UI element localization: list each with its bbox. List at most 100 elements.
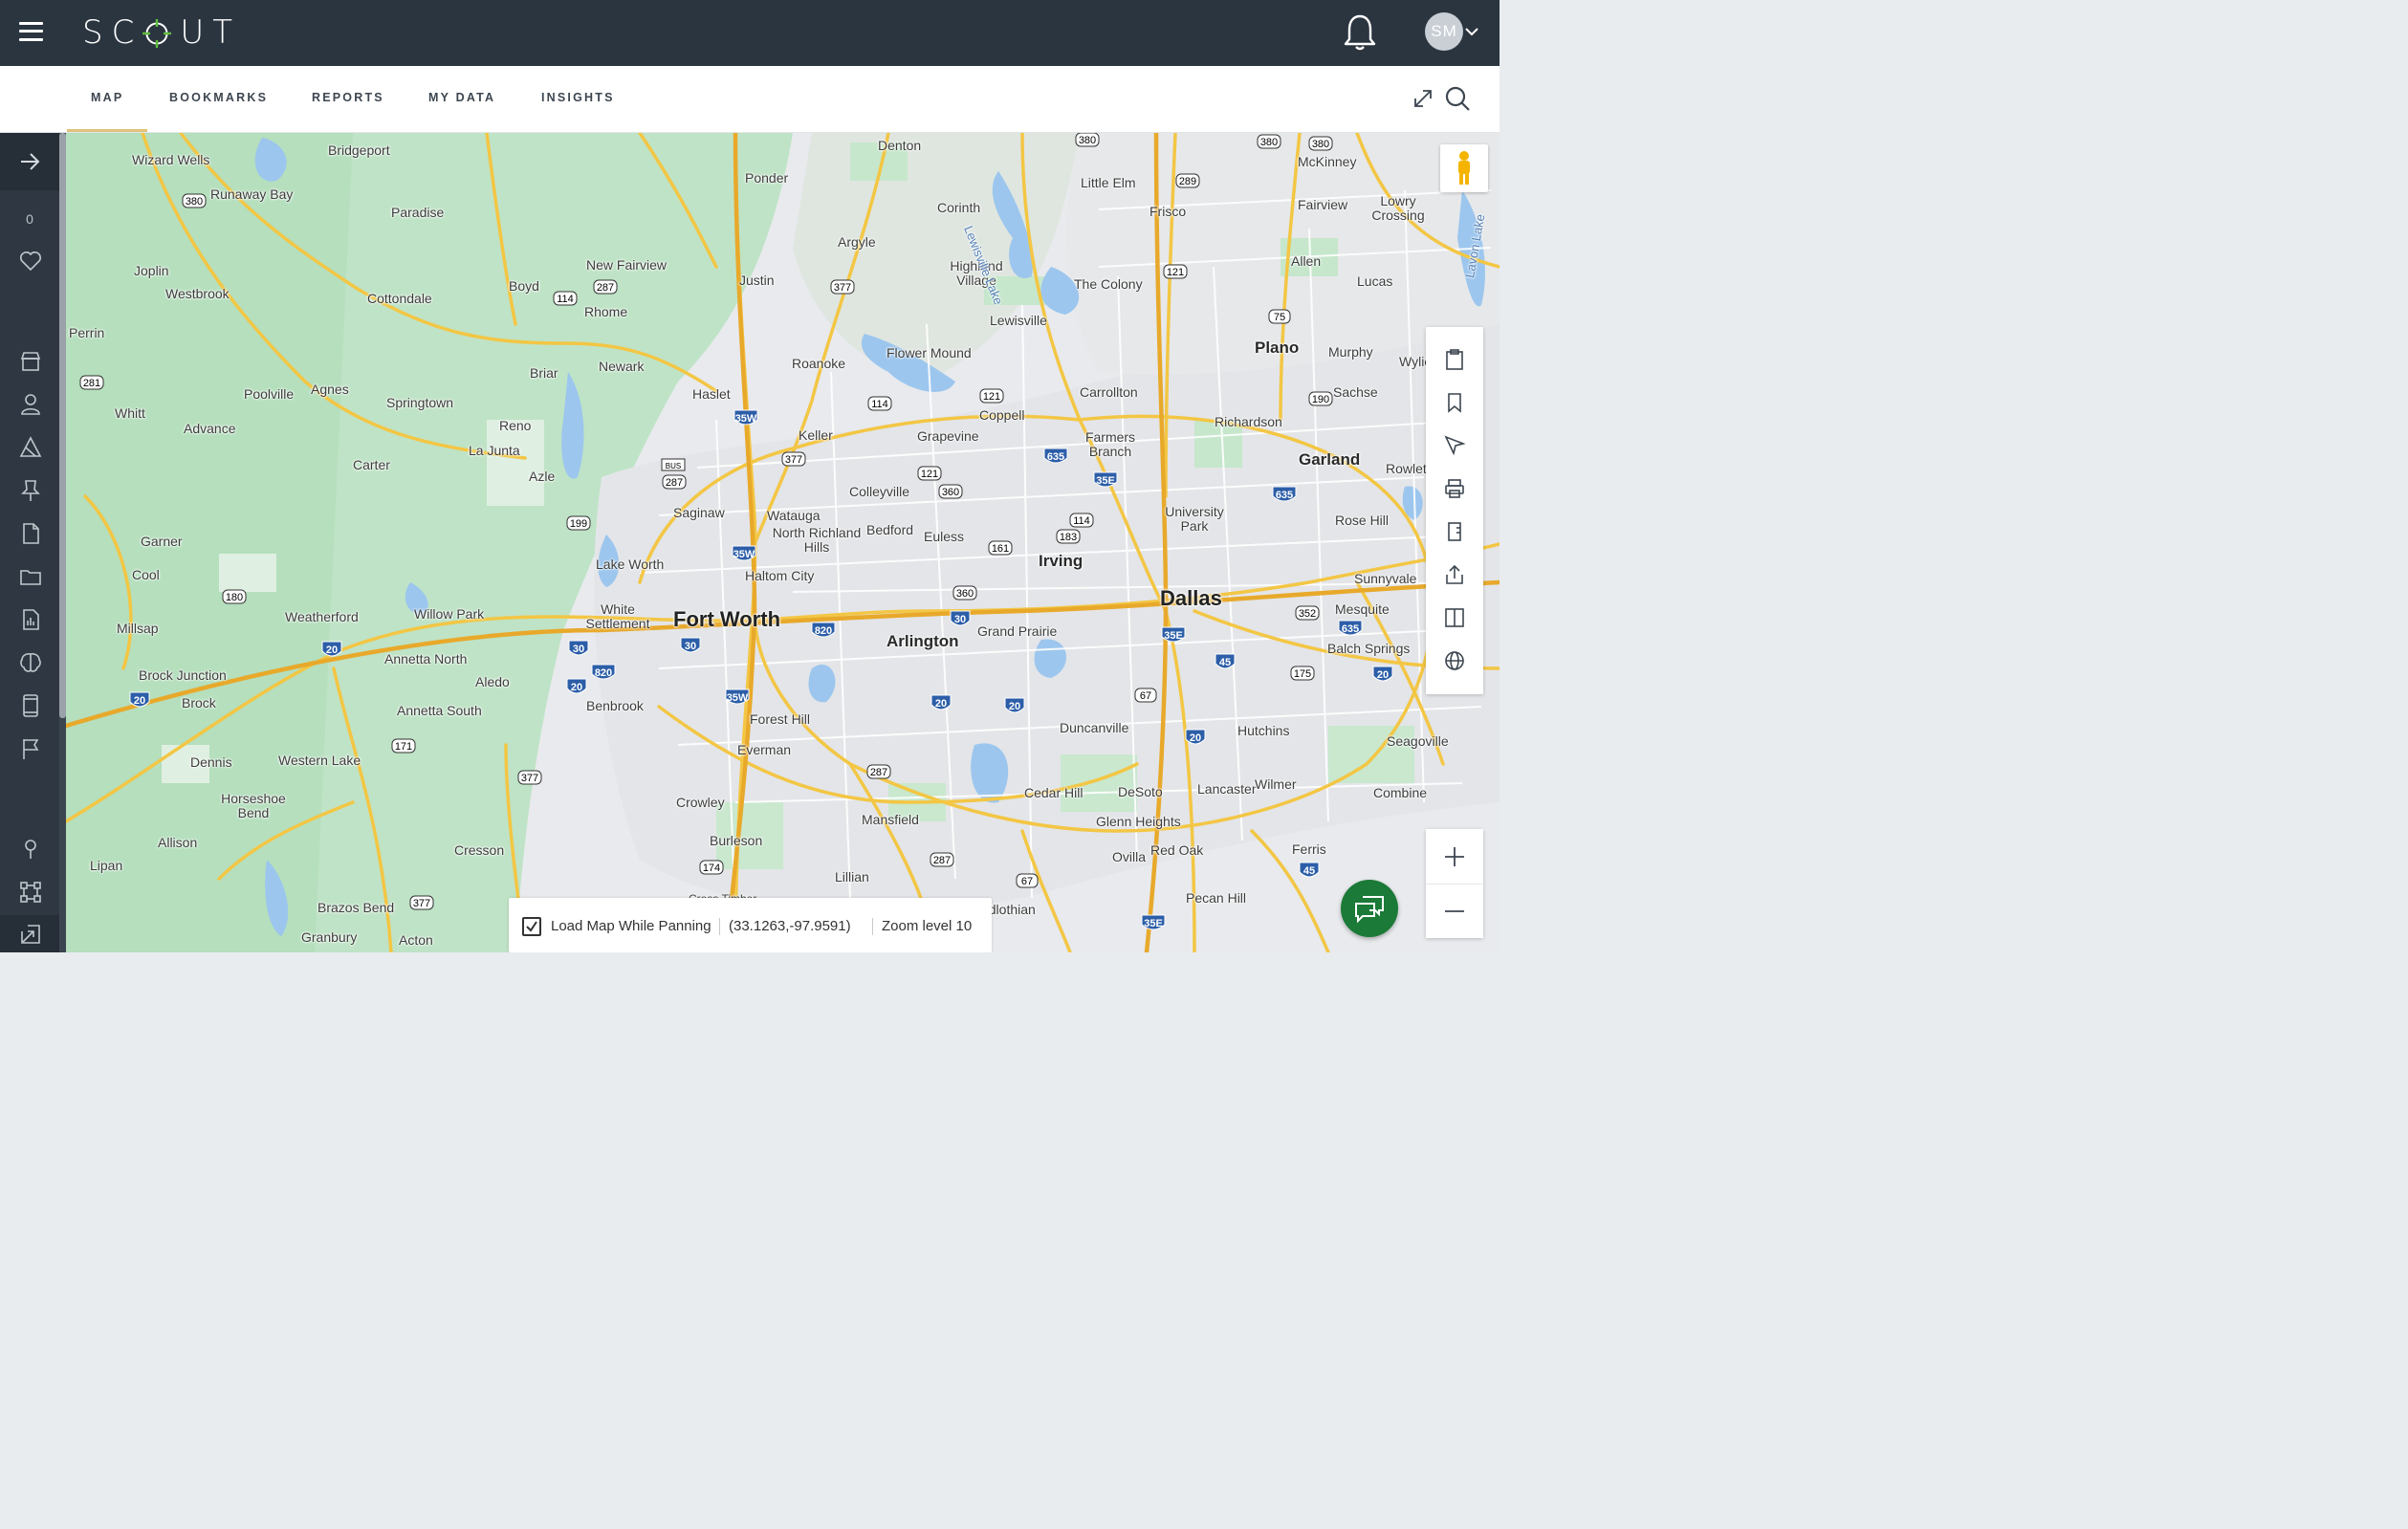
expand-icon[interactable] xyxy=(1412,87,1434,110)
map-label: Balch Springs xyxy=(1327,641,1411,656)
print-icon[interactable] xyxy=(1443,477,1466,500)
tab-my-data[interactable]: MY DATA xyxy=(428,91,495,104)
map-label: Flower Mound xyxy=(887,345,972,360)
heart-icon[interactable] xyxy=(18,249,43,273)
state-route-shield: 161 xyxy=(988,540,1013,556)
bookmark-icon[interactable] xyxy=(1443,391,1466,414)
state-route-shield: 377 xyxy=(830,279,855,295)
tab-insights[interactable]: INSIGHTS xyxy=(541,91,615,104)
interstate-shield: 20 xyxy=(1004,697,1025,713)
export-icon[interactable] xyxy=(18,922,43,947)
interstate-shield: 35E xyxy=(1161,626,1186,643)
map-label: Mesquite xyxy=(1335,601,1390,617)
tablet-icon[interactable] xyxy=(18,693,43,718)
svg-text:377: 377 xyxy=(521,773,538,784)
search-icon[interactable] xyxy=(1444,85,1471,112)
map-label: Arlington xyxy=(887,632,959,650)
flag-icon[interactable] xyxy=(18,736,43,761)
brain-icon[interactable] xyxy=(18,650,43,675)
selection-count: 0 xyxy=(26,211,33,227)
state-route-shield: 174 xyxy=(699,860,724,875)
interstate-shield: 30 xyxy=(950,610,971,626)
chevron-down-icon[interactable] xyxy=(1465,24,1478,36)
document-icon[interactable] xyxy=(18,521,43,546)
interstate-shield: 820 xyxy=(591,664,616,680)
scout-logo[interactable]: SC UT xyxy=(82,11,241,54)
svg-text:287: 287 xyxy=(870,767,887,778)
zoom-level: Zoom level 10 xyxy=(882,918,973,934)
map-label: Carter xyxy=(353,457,390,472)
tab-map[interactable]: MAP xyxy=(91,91,123,104)
map-label: Newark xyxy=(599,359,645,374)
person-icon[interactable] xyxy=(18,392,43,417)
svg-text:30: 30 xyxy=(685,641,696,652)
interstate-shield: 30 xyxy=(680,637,701,653)
map-label: Ponder xyxy=(745,170,789,186)
map-label: Lancaster xyxy=(1197,781,1257,797)
share-icon[interactable] xyxy=(1443,563,1466,586)
scan-icon[interactable] xyxy=(18,880,43,905)
map-label: Seagoville xyxy=(1387,733,1449,749)
chat-button[interactable] xyxy=(1341,880,1398,937)
globe-icon[interactable] xyxy=(1443,649,1466,672)
zoom-out-button[interactable] xyxy=(1426,884,1483,938)
us-route-shield: 380 xyxy=(1075,133,1100,147)
state-route-shield: 352 xyxy=(1295,605,1320,621)
map-label: La Junta xyxy=(469,443,520,458)
svg-text:380: 380 xyxy=(1260,137,1278,148)
scrollbar-thumb[interactable] xyxy=(59,133,66,718)
map-label: Springtown xyxy=(386,395,454,410)
zoom-controls xyxy=(1426,829,1483,938)
pushpin-icon[interactable] xyxy=(18,478,43,503)
clipboard-icon[interactable] xyxy=(1443,348,1466,371)
split-view-icon[interactable] xyxy=(1443,606,1466,629)
sidebar-footer xyxy=(0,915,59,952)
select-arrow-icon[interactable] xyxy=(1443,434,1466,457)
svg-text:35E: 35E xyxy=(1164,630,1183,642)
map-label: Lucas xyxy=(1357,273,1393,289)
svg-text:289: 289 xyxy=(1179,176,1196,187)
legend-icon[interactable] xyxy=(1443,520,1466,543)
tab-bookmarks[interactable]: BOOKMARKS xyxy=(169,91,268,104)
map-canvas[interactable]: 35W 35W 35W 35E 35E 35E 635 635 635 820 … xyxy=(66,133,1500,952)
store-icon[interactable] xyxy=(18,349,43,374)
svg-text:175: 175 xyxy=(1294,668,1311,680)
state-route-shield: 190 xyxy=(1308,391,1333,406)
map-label: Richardson xyxy=(1215,414,1282,429)
polygon-icon[interactable] xyxy=(18,435,43,460)
map-label: Allen xyxy=(1291,253,1322,269)
street-view-pegman-icon[interactable] xyxy=(1440,144,1488,192)
svg-text:20: 20 xyxy=(1377,669,1389,681)
map-label: Weatherford xyxy=(285,609,359,624)
folder-icon[interactable] xyxy=(18,564,43,589)
location-pin-icon[interactable] xyxy=(18,837,43,862)
map-label: Lewisville xyxy=(990,313,1047,328)
svg-text:20: 20 xyxy=(571,682,582,693)
map-label: Murphy xyxy=(1328,344,1373,360)
zoom-in-button[interactable] xyxy=(1426,829,1483,884)
svg-text:121: 121 xyxy=(1167,267,1184,278)
svg-text:75: 75 xyxy=(1274,312,1285,323)
user-avatar[interactable]: SM xyxy=(1425,12,1463,51)
map-label: Ovilla xyxy=(1112,849,1147,864)
map-label: McKinney xyxy=(1298,154,1357,169)
report-icon[interactable] xyxy=(18,607,43,632)
hamburger-menu-icon[interactable] xyxy=(19,21,43,42)
map-label: Lowry Crossing xyxy=(1371,193,1425,223)
notification-bell-icon[interactable] xyxy=(1343,13,1377,52)
interstate-shield: 45 xyxy=(1215,653,1236,669)
sidebar-scrollbar[interactable] xyxy=(59,133,66,952)
sidebar-expand-arrow-icon[interactable] xyxy=(0,133,59,190)
us-route-shield: 175 xyxy=(1290,666,1315,681)
svg-text:114: 114 xyxy=(1073,515,1090,527)
map-label: Justin xyxy=(739,273,775,288)
state-route-shield: 171 xyxy=(391,738,416,754)
map-label: Rowlett xyxy=(1386,461,1431,476)
map-label: Haslet xyxy=(692,386,731,402)
svg-text:30: 30 xyxy=(573,644,584,655)
map-status-bar: Load Map While Panning (33.1263,-97.9591… xyxy=(509,898,992,952)
tab-reports[interactable]: REPORTS xyxy=(312,91,384,104)
svg-text:635: 635 xyxy=(1342,623,1359,635)
map-label: Ferris xyxy=(1292,841,1326,857)
load-while-panning-checkbox[interactable] xyxy=(522,917,541,936)
